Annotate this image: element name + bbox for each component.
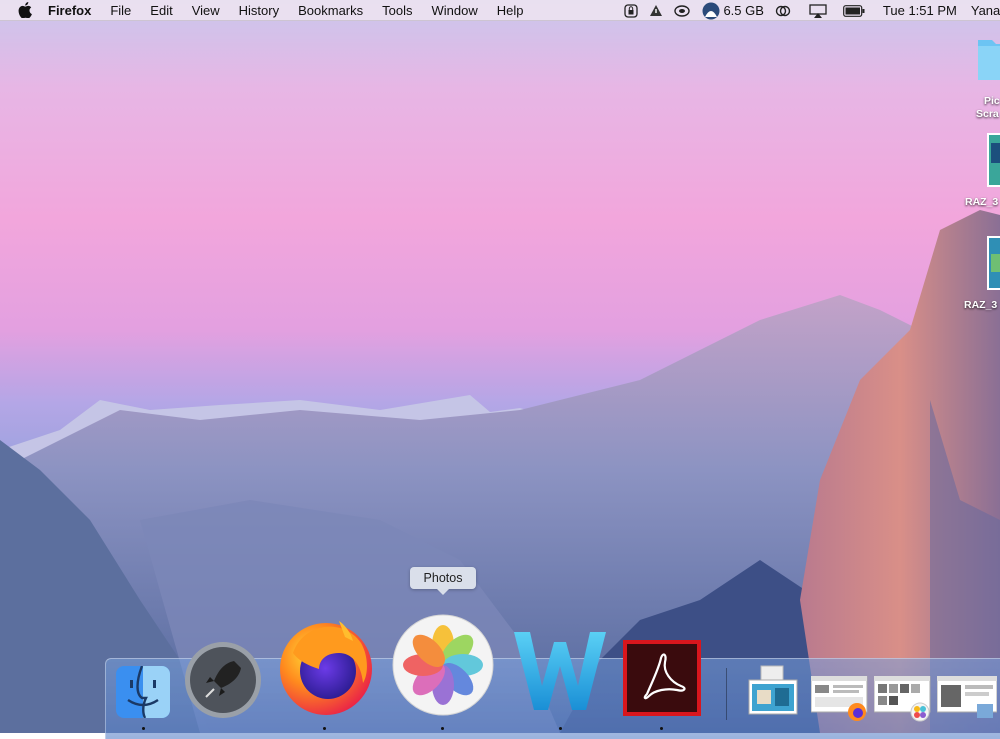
dock-tooltip: Photos: [410, 567, 476, 595]
desktop-label: Scra: [976, 108, 999, 120]
running-indicator: [142, 727, 145, 730]
running-indicator: [441, 727, 444, 730]
folder-icon: [978, 40, 1000, 80]
running-indicator: [323, 727, 326, 730]
desktop-item-folder[interactable]: [978, 34, 1000, 83]
memory-value: 6.5 GB: [723, 3, 764, 18]
minimized-window-thumbnail-icon: [873, 675, 931, 722]
menu-help[interactable]: Help: [497, 3, 524, 18]
running-indicator: [559, 727, 562, 730]
creative-cloud-icon[interactable]: [775, 0, 791, 21]
desktop-item-folder-label2: Scra: [976, 108, 999, 120]
lock-status-icon[interactable]: [624, 0, 639, 21]
airplay-icon[interactable]: [809, 0, 827, 21]
apple-menu-icon[interactable]: [18, 2, 32, 18]
desktop-item-image-1-label: RAZ_3: [965, 196, 999, 208]
battery-icon[interactable]: [843, 0, 865, 21]
acrobat-icon: [623, 640, 701, 716]
dock-item-acrobat[interactable]: [623, 640, 701, 721]
dock-minimized-window-1[interactable]: [747, 664, 799, 721]
menu-bar: Firefox File Edit View History Bookmarks…: [0, 0, 1000, 21]
image-file-icon: [987, 133, 1000, 187]
menu-view[interactable]: View: [192, 3, 220, 18]
desktop-item-image-2[interactable]: [987, 236, 1000, 293]
dock-minimized-window-3[interactable]: [873, 675, 932, 727]
menu-bookmarks[interactable]: Bookmarks: [298, 3, 363, 18]
menu-app-name[interactable]: Firefox: [48, 3, 91, 18]
status-area: 6.5 GB Tue 1:51 PM Yana G: [613, 0, 1000, 21]
dock-item-firefox[interactable]: [273, 613, 379, 724]
alert-status-icon[interactable]: [649, 0, 663, 21]
image-file-icon: [987, 236, 1000, 290]
desktop-label: Pic: [984, 95, 1000, 107]
dock-separator: [726, 668, 727, 720]
minimized-window-thumbnail-icon: [936, 675, 998, 718]
menu-window[interactable]: Window: [432, 3, 478, 18]
dock-minimized-window-2[interactable]: [810, 675, 869, 727]
dock-item-launchpad[interactable]: [184, 641, 262, 724]
dock-item-finder[interactable]: [116, 665, 170, 723]
minimized-window-thumbnail-icon: [748, 665, 798, 715]
clock[interactable]: Tue 1:51 PM: [883, 0, 957, 21]
dock-minimized-window-4[interactable]: [936, 675, 998, 727]
menu-tools[interactable]: Tools: [382, 3, 412, 18]
user-name[interactable]: Yana G: [971, 0, 1000, 21]
running-indicator: [660, 727, 663, 730]
menu-history[interactable]: History: [239, 3, 279, 18]
desktop-item-image-1[interactable]: [987, 133, 1000, 190]
desktop-item-image-2-label: RAZ_3: [964, 299, 998, 311]
desktop-item-folder-label: Pic: [984, 95, 1000, 108]
desktop-wallpaper: [0, 0, 1000, 733]
sync-status-icon[interactable]: [674, 0, 691, 21]
dock-item-photos[interactable]: [391, 613, 495, 722]
launchpad-icon: [185, 642, 261, 718]
menu-file[interactable]: File: [110, 3, 131, 18]
dock-item-word[interactable]: [512, 624, 608, 719]
memory-status-icon[interactable]: [701, 0, 721, 21]
word-icon: [514, 632, 606, 710]
menu-edit[interactable]: Edit: [150, 3, 172, 18]
firefox-icon: [280, 621, 372, 715]
minimized-window-thumbnail-icon: [810, 675, 868, 721]
finder-icon: [116, 665, 170, 719]
photos-icon: [392, 614, 494, 716]
